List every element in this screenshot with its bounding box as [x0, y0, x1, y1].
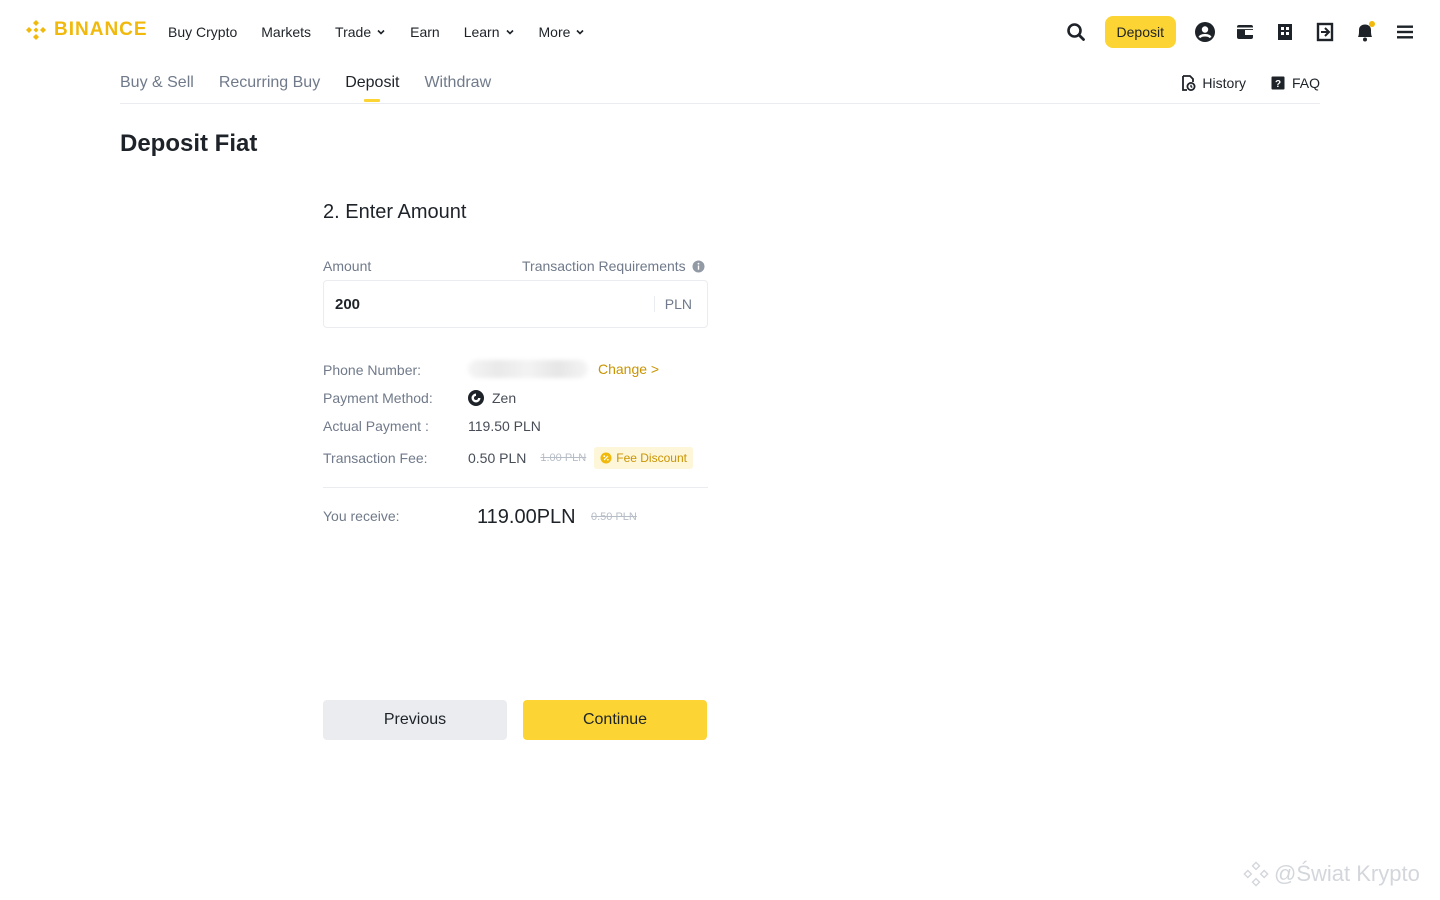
svg-text:?: ?	[1275, 79, 1281, 90]
transaction-requirements-label: Transaction Requirements	[522, 258, 686, 274]
menu-icon[interactable]	[1394, 21, 1416, 43]
chevron-down-icon	[576, 29, 584, 35]
fee-original: 1.00 PLN	[540, 452, 587, 464]
payment-method-name: Zen	[492, 390, 517, 406]
payment-method-value: Zen	[468, 390, 516, 406]
step-title: 2. Enter Amount	[323, 201, 467, 223]
main-menu: Buy Crypto Markets Trade Earn Learn More	[168, 0, 609, 64]
receive-original: 0.50 PLN	[591, 511, 637, 523]
nav-item-markets[interactable]: Markets	[261, 24, 311, 40]
top-nav: BINANCE Buy Crypto Markets Trade Earn Le…	[0, 0, 1440, 64]
actual-payment-label: Actual Payment :	[323, 418, 429, 434]
nav-item-more[interactable]: More	[539, 24, 586, 40]
binance-logo-icon	[26, 20, 46, 40]
nav-item-label: Buy Crypto	[168, 24, 238, 40]
search-icon[interactable]	[1065, 21, 1087, 43]
zen-logo-icon	[468, 390, 484, 406]
you-receive-label: You receive:	[323, 508, 400, 524]
amount-currency: PLN	[653, 296, 707, 312]
nav-item-label: More	[538, 24, 571, 40]
previous-button[interactable]: Previous	[323, 700, 507, 740]
tab-deposit[interactable]: Deposit	[345, 74, 399, 102]
orders-icon[interactable]	[1274, 21, 1296, 43]
history-icon	[1182, 75, 1196, 91]
fiat-tabs: Buy & Sell Recurring Buy Deposit Withdra…	[120, 74, 491, 102]
divider	[323, 487, 708, 488]
brand-name: BINANCE	[54, 19, 148, 40]
phone-number-blurred	[468, 360, 588, 378]
history-link[interactable]: History	[1180, 75, 1246, 91]
info-icon[interactable]	[692, 260, 705, 273]
tab-recurring-buy[interactable]: Recurring Buy	[219, 74, 320, 102]
phone-number-label: Phone Number:	[323, 362, 422, 378]
phone-number-value: Change >	[468, 360, 659, 378]
download-icon[interactable]	[1314, 21, 1336, 43]
watermark-logo-icon	[1243, 861, 1269, 887]
faq-icon: ?	[1271, 76, 1285, 90]
wallet-icon[interactable]	[1234, 21, 1256, 43]
amount-input[interactable]	[324, 281, 654, 327]
bell-icon[interactable]	[1354, 21, 1376, 43]
binance-logo[interactable]: BINANCE	[24, 18, 148, 42]
amount-label: Amount	[323, 258, 372, 274]
nav-item-learn[interactable]: Learn	[464, 24, 515, 40]
watermark: @Świat Krypto	[1242, 860, 1420, 888]
fiat-subnav: Buy & Sell Recurring Buy Deposit Withdra…	[120, 64, 1320, 104]
tab-buy-sell[interactable]: Buy & Sell	[120, 74, 194, 102]
subnav-links: History ? FAQ	[1180, 75, 1320, 91]
amount-field: PLN	[323, 280, 708, 328]
nav-item-label: Markets	[261, 24, 312, 40]
fee-discount-badge: Fee Discount	[594, 447, 693, 469]
tab-withdraw[interactable]: Withdraw	[424, 74, 491, 102]
history-label: History	[1202, 75, 1246, 91]
nav-item-trade[interactable]: Trade	[335, 24, 386, 40]
faq-link[interactable]: ? FAQ	[1270, 75, 1320, 91]
nav-item-label: Trade	[335, 24, 372, 40]
nav-item-earn[interactable]: Earn	[410, 24, 440, 40]
deposit-button[interactable]: Deposit	[1104, 16, 1176, 48]
actual-payment-value: 119.50 PLN	[468, 418, 541, 434]
discount-icon	[600, 452, 612, 464]
watermark-text: @Świat Krypto	[1274, 861, 1420, 886]
nav-actions: Deposit	[1065, 0, 1416, 64]
page-title: Deposit Fiat	[120, 130, 258, 157]
fee-discount-label: Fee Discount	[616, 451, 687, 465]
continue-button[interactable]: Continue	[523, 700, 707, 740]
fee-amount: 0.50 PLN	[468, 450, 527, 466]
user-icon[interactable]	[1194, 21, 1216, 43]
transaction-requirements[interactable]: Transaction Requirements	[522, 258, 705, 274]
faq-label: FAQ	[1291, 75, 1320, 91]
chevron-down-icon	[377, 29, 385, 35]
change-phone-link[interactable]: Change >	[598, 361, 659, 377]
transaction-fee-label: Transaction Fee:	[323, 450, 428, 466]
chevron-down-icon	[505, 29, 514, 35]
payment-method-label: Payment Method:	[323, 390, 433, 406]
nav-item-label: Learn	[463, 24, 500, 40]
nav-item-buy-crypto[interactable]: Buy Crypto	[168, 24, 237, 40]
transaction-fee-value: 0.50 PLN 1.00 PLN Fee Discount	[468, 447, 693, 469]
nav-item-label: Earn	[410, 24, 440, 40]
you-receive-value: 119.00PLN	[477, 506, 576, 528]
